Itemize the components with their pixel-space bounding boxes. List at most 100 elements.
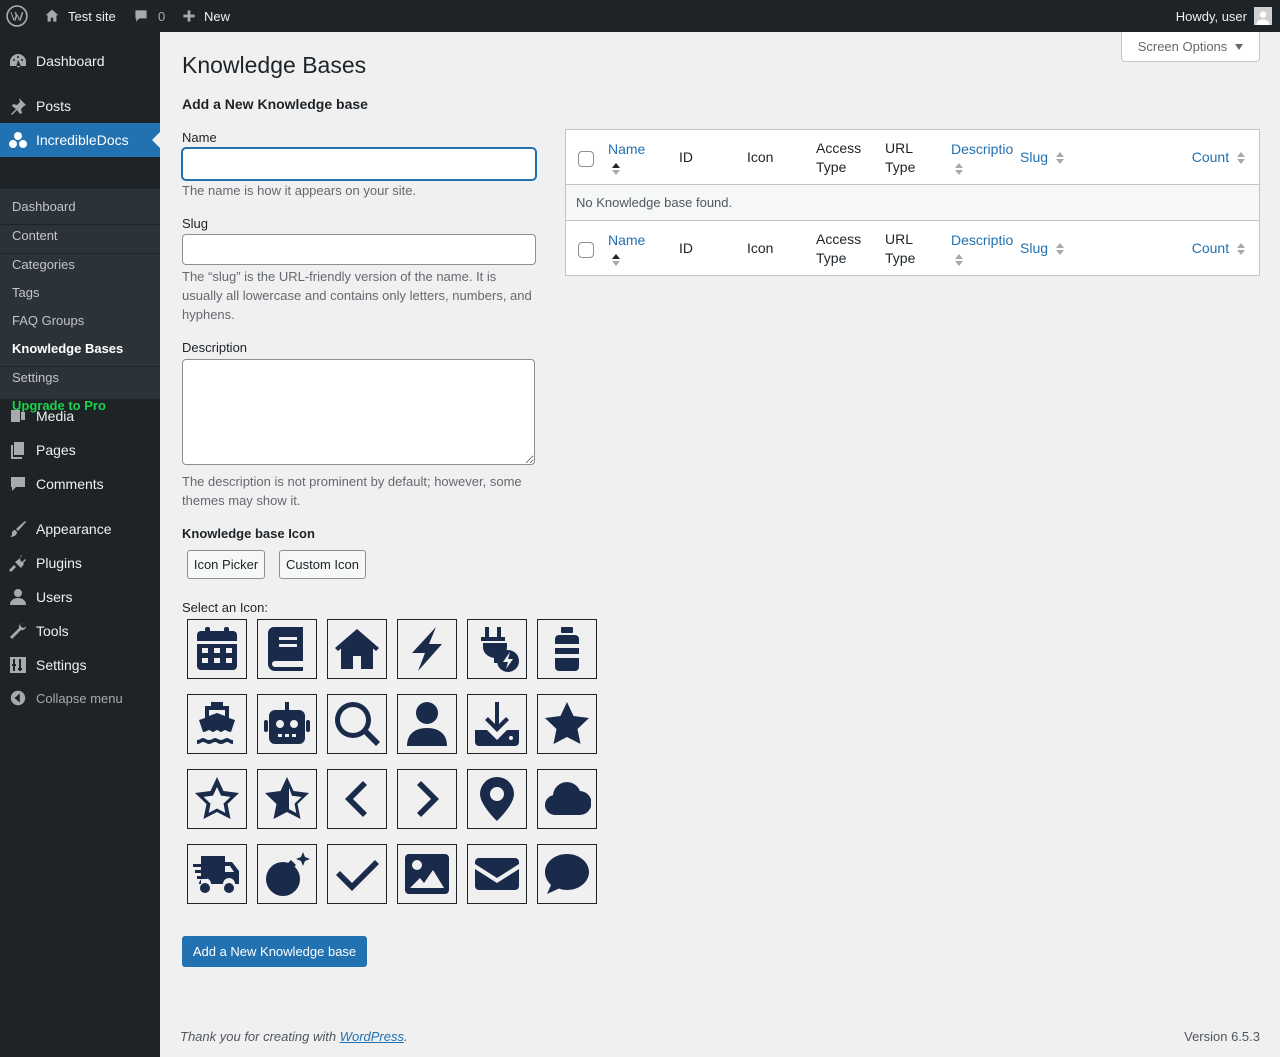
sort-arrows-icon [612,254,620,267]
menu-media[interactable]: Media [0,399,160,433]
column-slug-sort[interactable]: Slug [1020,239,1064,258]
column-description-label: Descriptio [951,232,1013,248]
menu-plugins[interactable]: Plugins [0,546,160,580]
caret-down-icon [1235,43,1244,50]
menu-users[interactable]: Users [0,580,160,614]
wordpress-logo-icon[interactable] [6,0,28,32]
search-icon[interactable] [327,694,387,754]
name-description: The name is how it appears on your site. [182,183,417,198]
comment-icon[interactable] [537,844,597,904]
media-icon [0,406,36,426]
column-count-sort[interactable]: Count [1192,148,1245,167]
comments-count: 0 [158,8,166,24]
envelope-icon[interactable] [467,844,527,904]
menu-label: Settings [36,657,87,673]
column-name-sort[interactable]: Name [608,140,645,178]
collapse-menu-button[interactable]: Collapse menu [0,688,160,708]
robot-icon[interactable] [257,694,317,754]
footer-thanks-suffix: . [404,1029,408,1044]
column-url-type-line2: Type [885,159,916,175]
column-name-sort[interactable]: Name [608,231,645,269]
select-all-checkbox[interactable] [578,151,594,167]
slug-input[interactable] [182,234,536,265]
column-access-type: Access Type [816,230,861,268]
menu-label: Pages [36,442,76,458]
home-icon[interactable] [327,619,387,679]
menu-appearance[interactable]: Appearance [0,512,160,546]
ship-icon[interactable] [187,694,247,754]
new-label: New [204,8,231,24]
menu-settings[interactable]: Settings [0,648,160,682]
menu-label: IncredibleDocs [36,132,129,148]
submenu-tags[interactable]: Tags [12,283,39,303]
menu-label: Plugins [36,555,82,571]
comments-link[interactable]: 0 [133,0,165,32]
image-icon[interactable] [397,844,457,904]
column-description-sort[interactable]: Descriptio [951,231,1013,269]
menu-comments[interactable]: Comments [0,467,160,501]
wordpress-link[interactable]: WordPress [340,1029,404,1044]
submenu-knowledge-bases[interactable]: Knowledge Bases [12,339,123,359]
column-icon: Icon [747,149,774,165]
select-icon-label: Select an Icon: [182,600,268,615]
menu-label: Posts [36,98,72,114]
column-count-sort[interactable]: Count [1192,239,1245,258]
download-icon[interactable] [467,694,527,754]
truck-fast-icon[interactable] [187,844,247,904]
column-url-type-line2: Type [885,250,916,266]
menu-incredibledocs[interactable]: IncredibleDocs [0,123,160,157]
icon-picker-button[interactable]: Icon Picker [187,550,265,579]
sort-arrows-icon [612,163,620,176]
chevron-right-icon[interactable] [397,769,457,829]
book-icon[interactable] [257,619,317,679]
site-name-link[interactable]: Test site [44,0,116,32]
add-knowledge-base-button[interactable]: Add a New Knowledge base [182,936,367,967]
select-all-checkbox[interactable] [578,242,594,258]
column-slug-sort[interactable]: Slug [1020,148,1064,167]
submenu-dashboard[interactable]: Dashboard [12,197,76,217]
star-outline-icon[interactable] [187,769,247,829]
screen-options-button[interactable]: Screen Options [1121,32,1260,62]
bomb-icon[interactable] [257,844,317,904]
submenu-faq-groups[interactable]: FAQ Groups [12,311,84,331]
brush-icon [0,519,36,539]
wrench-icon [0,621,36,641]
menu-posts[interactable]: Posts [0,89,160,123]
column-access-type: Access Type [816,139,861,177]
incredibledocs-icon [0,130,36,150]
column-count-label: Count [1191,149,1230,165]
menu-pages[interactable]: Pages [0,433,160,467]
check-icon[interactable] [327,844,387,904]
location-pin-icon[interactable] [467,769,527,829]
column-url-type: URL Type [885,230,915,268]
knowledge-bases-table: Name ID Icon Access Type URL Type Descript… [565,129,1260,276]
calendar-icon[interactable] [187,619,247,679]
column-count-label: Count [1191,240,1230,256]
sort-arrows-icon [955,163,963,176]
menu-label: Appearance [36,521,112,537]
menu-dashboard[interactable]: Dashboard [0,44,160,78]
menu-tools[interactable]: Tools [0,614,160,648]
cloud-icon[interactable] [537,769,597,829]
user-icon[interactable] [397,694,457,754]
name-input[interactable] [182,148,536,180]
star-solid-icon[interactable] [537,694,597,754]
pin-icon [0,96,36,116]
name-label: Name [182,130,217,145]
description-textarea[interactable] [182,359,535,465]
star-half-icon[interactable] [257,769,317,829]
column-description-sort[interactable]: Descriptio [951,140,1013,178]
submenu-settings[interactable]: Settings [12,368,59,388]
bolt-icon[interactable] [397,619,457,679]
plug-bolt-icon[interactable] [467,619,527,679]
custom-icon-button[interactable]: Custom Icon [279,550,366,579]
submenu-content[interactable]: Content [12,226,58,246]
new-content-link[interactable]: New [182,0,230,32]
chevron-left-icon[interactable] [327,769,387,829]
no-items-row: No Knowledge base found. [566,185,1259,220]
bottle-icon[interactable] [537,619,597,679]
column-url-type-line1: URL [885,140,914,156]
my-account-link[interactable]: Howdy, user [1176,0,1272,32]
submenu-categories[interactable]: Categories [12,255,75,275]
submenu-divider [0,224,160,225]
